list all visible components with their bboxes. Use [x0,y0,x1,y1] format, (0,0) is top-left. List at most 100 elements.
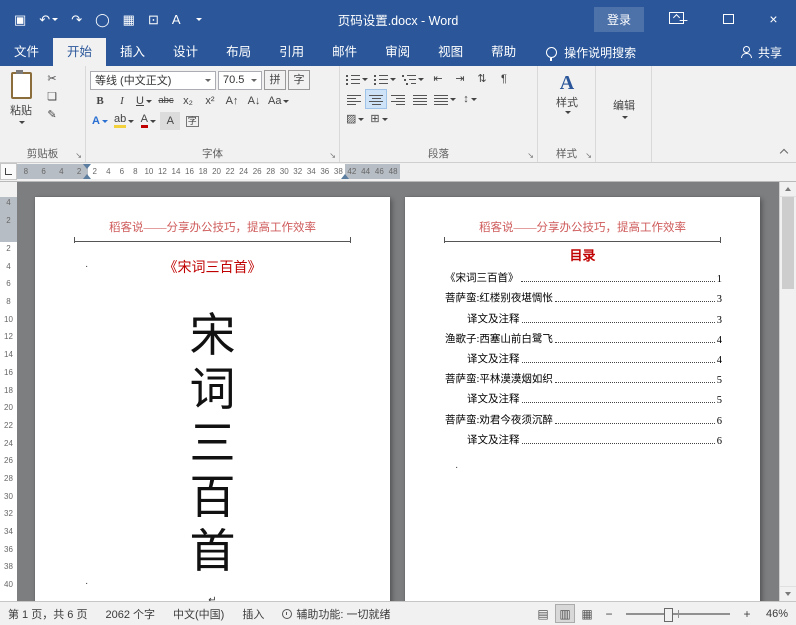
share-button[interactable]: 共享 [740,38,796,66]
accessibility-status[interactable]: 辅助功能: 一切就绪 [282,606,390,622]
dialog-launcher-icon[interactable]: ↘ [329,152,336,160]
scroll-up-button[interactable] [780,182,796,197]
subscript-button[interactable]: x₂ [178,92,198,110]
zoom-slider[interactable] [626,607,730,622]
read-mode-button[interactable]: ▤ [534,605,552,622]
strikethrough-button[interactable]: abc [156,92,176,110]
align-right-button[interactable] [388,90,408,108]
distribute-button[interactable] [432,90,458,108]
horizontal-ruler[interactable]: 8642 2 4 6 8 10 12 14 16 18 20 22 24 26 28 30 32 34 36 38 … [0,163,796,182]
text-highlight-button[interactable]: ab [112,112,136,130]
show-marks-button[interactable]: ¶ [494,70,514,88]
page-1[interactable]: 稻客说——分享办公技巧，提高工作效率 · 《宋词三百首》 宋词三百首 · ↵ [35,197,390,601]
bold-button[interactable]: B [90,92,110,110]
hanging-indent-marker[interactable] [83,174,91,179]
tab-insert[interactable]: 插入 [106,38,159,66]
font-name-combo[interactable]: 等线 (中文正文) [90,70,216,90]
tab-file[interactable]: 文件 [0,38,53,66]
document-area[interactable]: 42 2 4 6 8 10 12 14 16 18 20 22 24 26 28 30 32 34 36 38 40 … [0,182,796,601]
char-shading-button[interactable]: A [160,112,181,130]
tab-mailings[interactable]: 邮件 [318,38,371,66]
dialog-launcher-icon[interactable]: ↘ [75,152,82,160]
web-layout-button[interactable]: ▦ [578,605,596,622]
tab-references[interactable]: 引用 [265,38,318,66]
toc-entry: 菩萨蛮:劝君今夜须沉醉 6 [445,414,722,427]
clipboard-icon [10,70,32,99]
maximize-button[interactable] [706,0,751,38]
table-icon[interactable]: ▦ [123,13,135,26]
vertical-scrollbar[interactable] [779,182,796,601]
language-indicator[interactable]: 中文(中国) [173,606,224,622]
zoom-in-button[interactable]: + [740,607,754,621]
zoom-slider-thumb[interactable] [664,607,673,622]
vertical-ruler[interactable]: 42 2 4 6 8 10 12 14 16 18 20 22 24 26 28 30 32 34 36 38 40 [0,182,17,601]
copy-button[interactable]: ❏ [42,90,62,105]
draw-circle-icon[interactable]: ◯ [95,13,110,26]
format-painter-button[interactable]: ✎ [42,108,62,123]
tab-layout[interactable]: 布局 [212,38,265,66]
grow-font-button[interactable]: A↑ [222,92,242,110]
minimize-button[interactable]: – [661,0,706,38]
enclose-char-button[interactable]: 字 [182,112,202,130]
line-spacing-button[interactable]: ↕ [460,90,480,108]
text-effects-button[interactable]: A [90,112,110,130]
font-color-button[interactable]: A [138,112,158,130]
align-left-button[interactable] [344,90,364,108]
italic-button[interactable]: I [112,92,132,110]
shrink-font-button[interactable]: A↓ [244,92,264,110]
multilevel-list-button[interactable] [400,70,426,88]
font-tool-icon[interactable]: A [172,13,181,26]
superscript-button[interactable]: x² [200,92,220,110]
login-button[interactable]: 登录 [593,7,644,32]
tab-design[interactable]: 设计 [159,38,212,66]
qat-customize-icon[interactable] [194,17,202,21]
tab-help[interactable]: 帮助 [477,38,530,66]
insert-mode[interactable]: 插入 [242,606,264,622]
ribbon: 粘贴 ✂ ❏ ✎ 剪贴板 ↘ 等线 (中文正文) 70.5 拼字 B I U a… [0,66,796,163]
font-size-combo[interactable]: 70.5 [218,70,262,90]
page-header: 稻客说——分享办公技巧，提高工作效率 [444,219,721,243]
sort-button[interactable]: ⇅ [472,70,492,88]
numbering-button[interactable] [372,70,398,88]
bullets-button[interactable] [344,70,370,88]
change-case-button[interactable]: Aa [266,92,291,110]
justify-button[interactable] [410,90,430,108]
decrease-indent-button[interactable]: ⇤ [428,70,448,88]
word-count[interactable]: 2062 个字 [105,606,155,622]
styles-button[interactable]: A 样式 [556,70,578,114]
save-icon[interactable]: ▣ [14,13,26,26]
right-indent-marker[interactable] [341,174,349,179]
borders-button[interactable]: ⊞ [368,110,389,128]
zoom-level[interactable]: 46% [760,608,788,620]
collapse-ribbon-button[interactable] [779,148,789,158]
select-tool-icon[interactable]: ⊡ [148,13,159,26]
character-border-button[interactable]: 字 [288,70,310,90]
scroll-down-button[interactable] [780,586,796,601]
align-center-button[interactable] [365,89,387,109]
print-layout-button[interactable]: ▥ [555,604,575,623]
undo-icon[interactable]: ↶ [39,13,59,26]
shading-button[interactable]: ▨ [344,110,366,128]
tell-me-search[interactable]: 操作说明搜索 [546,38,636,66]
tab-review[interactable]: 审阅 [371,38,424,66]
scrollbar-thumb[interactable] [782,197,794,289]
page-2[interactable]: 稻客说——分享办公技巧，提高工作效率 目录 《宋词三百首》 1 菩萨蛮:红楼别夜… [405,197,760,601]
first-line-indent-marker[interactable] [83,164,91,169]
dialog-launcher-icon[interactable]: ↘ [527,152,534,160]
redo-icon[interactable]: ↷ [71,13,82,26]
close-button[interactable]: × [751,0,796,38]
tab-stop-selector[interactable] [0,163,17,180]
underline-button[interactable]: U [134,92,154,110]
cut-button[interactable]: ✂ [42,72,62,87]
editing-button[interactable]: 编辑 [613,97,635,119]
page-indicator[interactable]: 第 1 页，共 6 页 [8,606,87,622]
document-character: 宋 [189,310,236,361]
zoom-out-button[interactable]: − [602,607,616,621]
tab-view[interactable]: 视图 [424,38,477,66]
tab-home[interactable]: 开始 [53,38,107,66]
phonetic-guide-button[interactable]: 拼 [264,70,286,90]
paste-button[interactable]: 粘贴 [4,70,38,126]
dialog-launcher-icon[interactable]: ↘ [585,152,592,160]
toc-leader-dots [520,281,715,283]
increase-indent-button[interactable]: ⇥ [450,70,470,88]
